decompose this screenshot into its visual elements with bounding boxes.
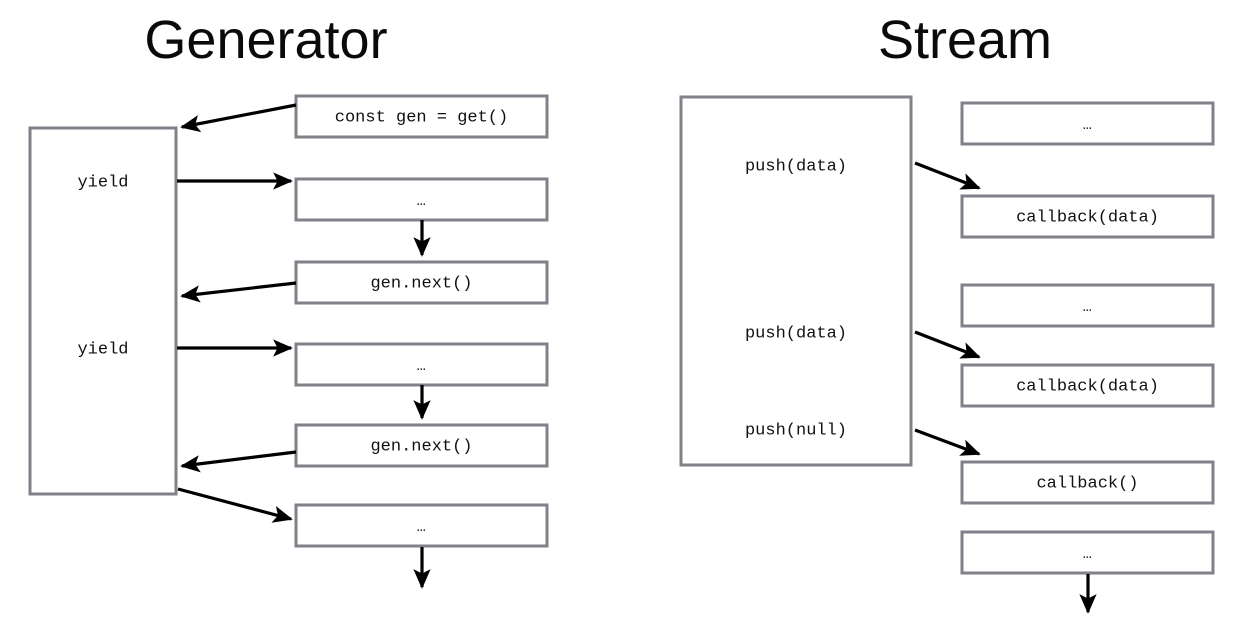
diagram-root: Generator yield yield const gen = get() … <box>0 0 1237 631</box>
generator-lane: yield yield <box>28 126 178 496</box>
node-callback-data-2-label: callback(data) <box>1016 377 1159 396</box>
stream-lane-label-push-1: push(data) <box>745 157 847 176</box>
generator-lane-label-yield-1: yield <box>77 173 128 192</box>
arrow-lane-to-ellipsis-3 <box>177 487 293 523</box>
node-caller-ellipsis-1-label: … <box>417 193 427 210</box>
node-const-gen-get-label: const gen = get() <box>335 108 508 127</box>
node-caller-ellipsis-3: … <box>294 503 549 548</box>
node-caller-ellipsis-1: … <box>294 177 549 222</box>
node-callback-data-1: callback(data) <box>960 194 1215 239</box>
arrow-next-1-to-lane <box>180 281 297 303</box>
generator-lane-label-yield-2: yield <box>77 340 128 359</box>
arrow-get-to-lane <box>180 103 297 133</box>
diagram-canvas: Generator yield yield const gen = get() … <box>28 10 1215 614</box>
node-consumer-ellipsis-1-label: … <box>1083 117 1093 134</box>
node-caller-ellipsis-2-label: … <box>417 358 427 375</box>
arrow-push-1-to-callback-1 <box>914 161 981 190</box>
arrow-next-2-to-lane <box>180 450 297 473</box>
panel-title-stream: Stream <box>878 10 1052 70</box>
stream-lane-label-push-2: push(data) <box>745 324 847 343</box>
node-consumer-ellipsis-2: … <box>960 283 1215 328</box>
node-consumer-ellipsis-3-label: … <box>1083 546 1093 563</box>
node-callback-empty-label: callback() <box>1036 474 1138 493</box>
node-callback-empty: callback() <box>960 460 1215 505</box>
stream-lane: push(data) push(data) push(null) <box>679 95 913 467</box>
node-gen-next-2: gen.next() <box>294 423 549 468</box>
panel-title-generator: Generator <box>144 10 387 70</box>
node-gen-next-2-label: gen.next() <box>370 437 472 456</box>
panel-stream: Stream push(data) push(data) push(null) … <box>679 10 1215 614</box>
panel-generator: Generator yield yield const gen = get() … <box>28 10 549 589</box>
node-caller-ellipsis-2: … <box>294 342 549 387</box>
node-consumer-ellipsis-1: … <box>960 101 1215 146</box>
stream-lane-box <box>679 95 913 467</box>
node-gen-next-1: gen.next() <box>294 260 549 305</box>
node-callback-data-1-label: callback(data) <box>1016 208 1159 227</box>
node-gen-next-1-label: gen.next() <box>370 274 472 293</box>
node-consumer-ellipsis-2-label: … <box>1083 299 1093 316</box>
node-const-gen-get: const gen = get() <box>294 94 549 139</box>
arrow-push-2-to-callback-2 <box>914 330 981 359</box>
node-consumer-ellipsis-3: … <box>960 530 1215 575</box>
node-caller-ellipsis-3-label: … <box>417 519 427 536</box>
arrow-push-null-to-callback <box>914 428 981 456</box>
stream-lane-label-push-null: push(null) <box>745 421 847 440</box>
node-callback-data-2: callback(data) <box>960 363 1215 408</box>
